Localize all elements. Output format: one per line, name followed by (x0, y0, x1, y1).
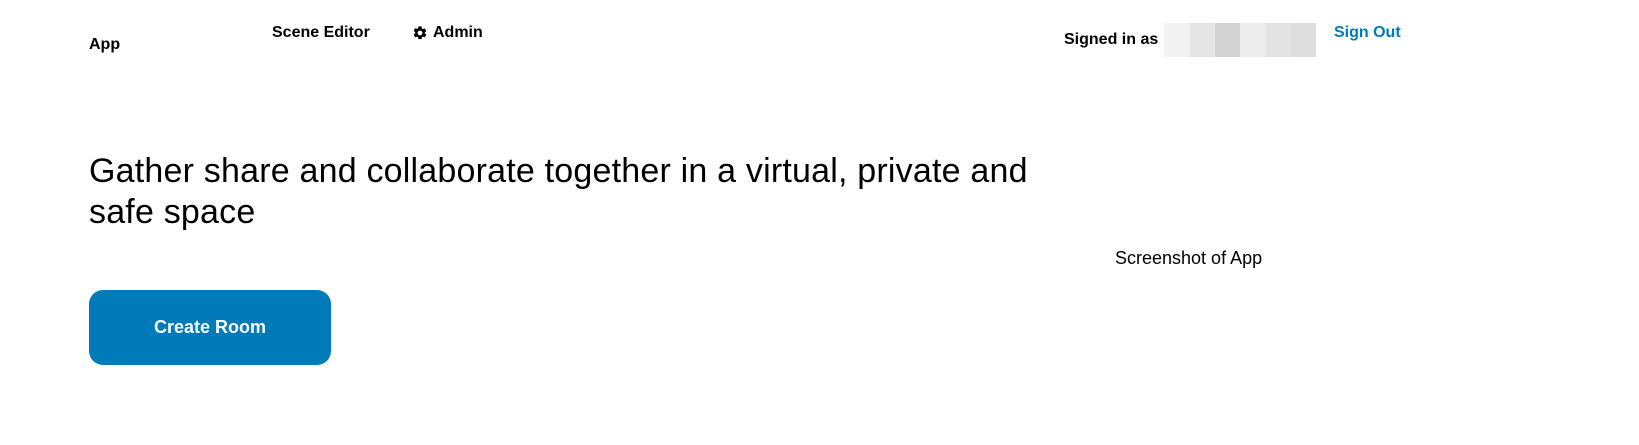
signed-in-label: Signed in as (1064, 31, 1159, 48)
sign-out-link[interactable]: Sign Out (1334, 24, 1401, 42)
gear-icon (413, 26, 427, 40)
nav-admin[interactable]: Admin (412, 24, 483, 42)
redacted-username (1164, 23, 1317, 57)
create-room-button[interactable]: Create Room (89, 290, 331, 365)
nav-admin-label: Admin (433, 24, 483, 41)
app-screenshot-placeholder: Screenshot of App (1115, 248, 1263, 268)
app-logo[interactable]: App (89, 36, 120, 54)
hero-headline: Gather share and collaborate together in… (89, 152, 1028, 231)
nav-scene-editor[interactable]: Scene Editor (272, 24, 370, 42)
nav-scene-editor-label: Scene Editor (272, 24, 370, 41)
signed-in-status: Signed in as (1064, 23, 1317, 57)
